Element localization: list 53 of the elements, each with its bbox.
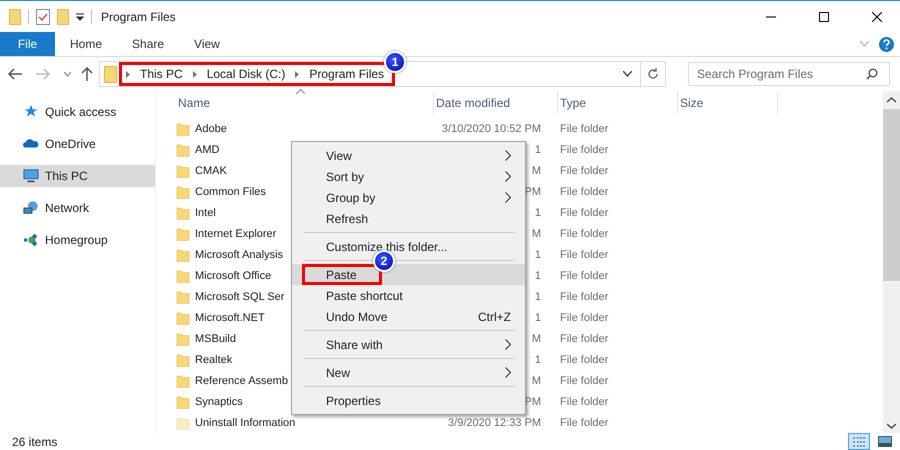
file-name-text: Microsoft.NET: [195, 312, 265, 324]
file-name-text: AMD: [195, 144, 220, 156]
file-name-text: Synaptics: [195, 396, 243, 408]
date-text: 1: [534, 144, 541, 156]
type-cell-text: File folder: [559, 122, 610, 134]
file-name-text: Reference Assemb: [195, 374, 288, 386]
date-text: M: [532, 228, 541, 240]
date-text: 1: [534, 248, 541, 260]
date-text: 1: [534, 312, 541, 324]
file-name-text: MSBuild: [195, 332, 236, 344]
date-text: M: [532, 374, 541, 386]
sidebar-label: Quick access: [45, 105, 116, 119]
date-text: 3/10/2020 10:52 PM: [442, 122, 541, 134]
sidebar-label: OneDrive: [45, 137, 96, 151]
type-cell-text: File folder: [559, 164, 610, 176]
type-cell-text: File folder: [559, 416, 610, 428]
type-cell-text: File folder: [559, 144, 610, 156]
date-text: 3/9/2020 12:33 PM: [448, 416, 541, 428]
date-text: M: [532, 332, 541, 344]
type-cell-text: File folder: [559, 270, 610, 282]
type-cell-text: File folder: [559, 354, 610, 366]
file-name-text: Adobe: [195, 122, 227, 134]
type-cell-text: File folder: [559, 290, 610, 302]
date-text: M: [532, 164, 541, 176]
shortcut-text: Ctrl+Z: [478, 310, 511, 324]
type-cell-text: File folder: [559, 228, 610, 240]
file-name-text: Common Files: [195, 186, 266, 198]
sidebar-label: Homegroup: [45, 233, 108, 247]
file-name-text: Uninstall Information: [195, 416, 296, 428]
type-cell-text: File folder: [559, 312, 610, 324]
item-count: 26 items: [12, 434, 58, 448]
date-text: 1: [534, 354, 541, 366]
file-name-text: CMAK: [195, 164, 227, 176]
file-name-text: Intel: [195, 206, 216, 218]
date-text: 1: [534, 270, 541, 282]
sidebar-label: Network: [45, 201, 90, 215]
date-text: 1: [534, 290, 541, 302]
date-text: 1: [534, 206, 541, 218]
window-title: Program Files: [101, 10, 177, 24]
step-badge: 1: [384, 51, 406, 73]
type-cell-text: File folder: [559, 396, 610, 408]
type-cell-text: File folder: [559, 186, 610, 198]
file-name-text: Microsoft Office: [195, 270, 272, 282]
type-cell-text: File folder: [559, 206, 610, 218]
file-name-text: Microsoft Analysis: [195, 248, 284, 260]
step-badge: 2: [373, 250, 395, 272]
file-name-text: Realtek: [195, 354, 232, 366]
type-cell-text: File folder: [559, 248, 610, 260]
file-name-text: Internet Explorer: [195, 228, 276, 240]
file-name-text: Microsoft SQL Ser: [195, 290, 284, 302]
type-cell-text: File folder: [559, 374, 610, 386]
sidebar-label: This PC: [45, 169, 88, 183]
type-cell-text: File folder: [559, 332, 610, 344]
